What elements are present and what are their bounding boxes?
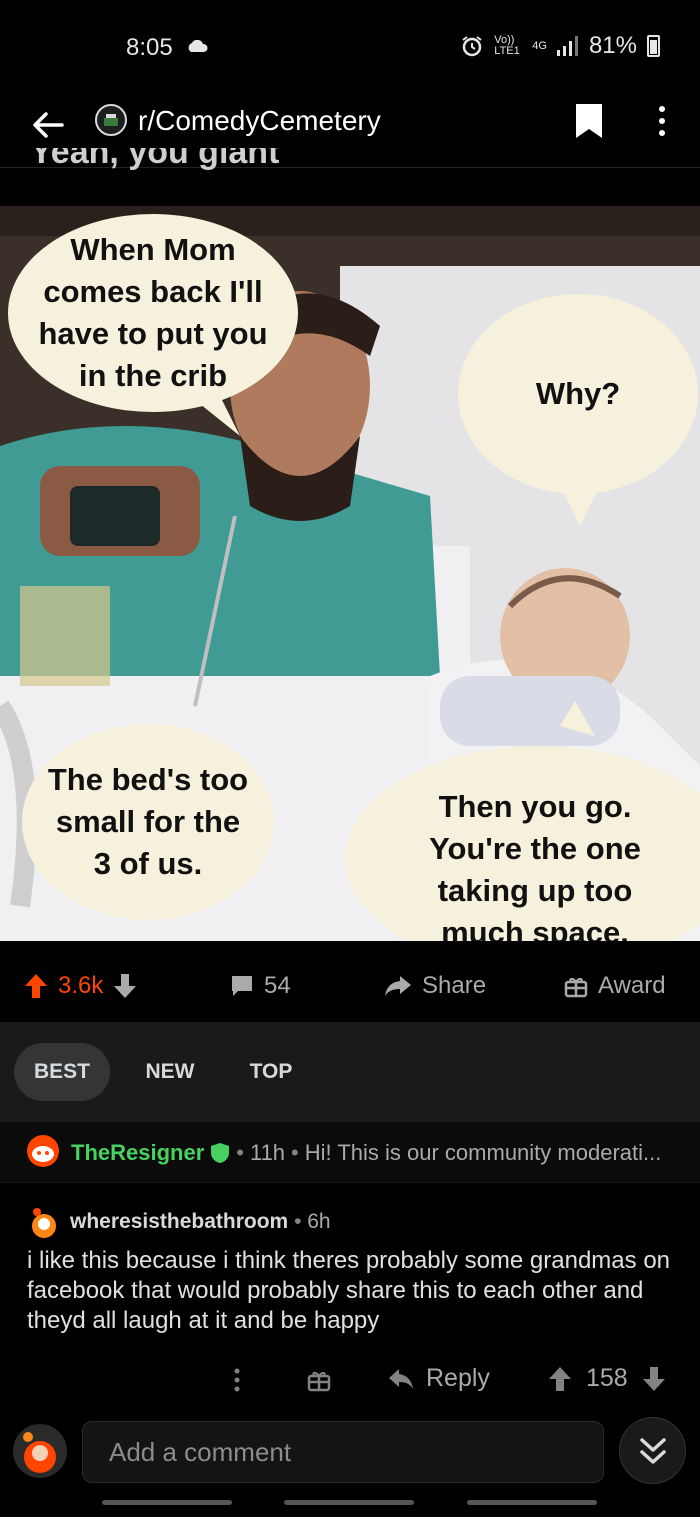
award-button[interactable]: Award [564,972,666,1000]
network-type: 4G [532,39,547,52]
status-time: 8:05 [126,34,173,61]
double-chevron-down-icon [640,1438,666,1464]
share-label: Share [422,972,487,999]
sort-tab-new[interactable]: NEW [124,1043,216,1101]
comment-score: 158 [586,1364,628,1392]
subreddit-name[interactable]: r/ComedyCemetery [138,105,381,137]
post-title: Yeah, you giant [30,148,280,171]
share-icon [385,976,411,996]
separator-dot: • [291,1140,299,1165]
cloud-icon [188,40,208,52]
mod-username[interactable]: TheResigner [71,1140,204,1166]
share-button[interactable]: Share [384,972,486,1000]
comment-actions: Reply 158 [0,1360,700,1400]
downvote-icon[interactable] [113,973,137,999]
nav-back-line[interactable] [467,1500,597,1505]
mod-comment-age: 11h [249,1140,286,1165]
post-actions: 3.6k 54 Share Award [0,950,700,1022]
sort-tab-best[interactable]: BEST [14,1043,110,1101]
comment-age: 6h [307,1210,331,1233]
add-comment-input[interactable]: Add a comment [82,1421,604,1483]
comment-username[interactable]: wheresisthebathroom [70,1210,288,1233]
upvote-icon[interactable] [24,973,48,999]
vote-group: 3.6k [24,972,137,1000]
user-avatar-icon[interactable] [27,1206,61,1240]
back-arrow-icon[interactable] [28,105,68,145]
subreddit-icon [104,114,118,126]
comment-more-icon[interactable] [232,1368,242,1392]
comment-meta: wheresisthebathroom • 6h [70,1210,331,1234]
battery-percent: 81% [588,32,637,59]
comment-vote-group: 158 [548,1364,666,1393]
alarm-icon [462,36,482,57]
subreddit-avatar[interactable] [95,104,127,136]
battery-icon [647,35,660,57]
next-comment-button[interactable] [619,1417,686,1484]
separator-dot: • [294,1210,308,1233]
volte-indicator: Vo)) LTE1 [494,34,520,57]
award-label: Award [598,972,666,999]
more-options-icon[interactable] [650,104,674,138]
comment-count: 54 [264,972,291,999]
gift-icon [564,977,588,998]
vote-count: 3.6k [58,972,104,999]
status-bar: 8:05 Vo)) LTE1 4G 81% [0,0,700,95]
comments-button[interactable]: 54 [230,972,291,1000]
my-avatar-icon[interactable] [12,1423,68,1479]
post-image[interactable]: When Mom comes back I'll have to put you… [0,206,700,941]
speech-bubble-3: The bed's too small for the 3 of us. [22,724,274,920]
speech-bubble-1: When Mom comes back I'll have to put you… [8,214,298,412]
reply-arrow-icon [389,1368,413,1389]
sort-tab-top[interactable]: TOP [228,1043,314,1101]
comment-award-icon[interactable] [307,1368,331,1392]
separator-dot: • [236,1140,244,1165]
comment-upvote-icon[interactable] [548,1366,572,1392]
nav-home-line[interactable] [284,1500,414,1505]
comment-downvote-icon[interactable] [642,1366,666,1392]
reply-button[interactable]: Reply [388,1364,490,1393]
comment-icon [232,976,252,996]
mod-comment-preview: Hi! This is our community moderati... [304,1140,662,1165]
signal-icon [556,36,578,56]
nav-recents-line[interactable] [102,1500,232,1505]
speech-bubble-2: Why? [458,294,698,494]
mod-shield-icon [211,1143,230,1163]
bookmark-icon[interactable] [574,104,604,138]
snoo-avatar-icon [27,1135,59,1167]
mod-comment-row[interactable]: TheResigner • 11h • Hi! This is our comm… [0,1122,700,1183]
comment-body: i like this because i think theres proba… [27,1247,671,1334]
reply-label: Reply [426,1364,490,1392]
